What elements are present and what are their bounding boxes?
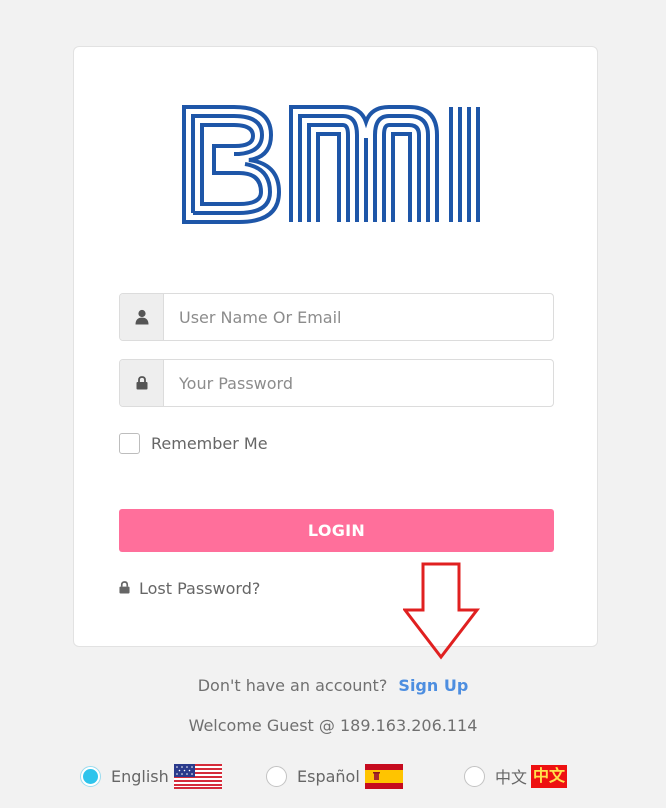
password-field xyxy=(119,359,554,407)
signup-link[interactable]: Sign Up xyxy=(398,676,468,695)
spain-flag-icon xyxy=(364,764,403,789)
language-option-spanish[interactable]: Español xyxy=(266,764,403,789)
remember-me-label[interactable]: Remember Me xyxy=(151,434,268,453)
us-flag-icon xyxy=(173,764,222,789)
language-option-english[interactable]: English xyxy=(80,764,222,789)
language-option-chinese[interactable]: 中文 中文 xyxy=(464,764,568,788)
radio-chinese[interactable] xyxy=(464,765,485,787)
signup-prompt: Don't have an account? Sign Up xyxy=(0,676,666,695)
radio-spanish[interactable] xyxy=(266,766,287,787)
welcome-text: Welcome Guest @ 189.163.206.114 xyxy=(188,716,478,735)
language-label-spanish[interactable]: Español xyxy=(297,767,360,786)
username-input[interactable] xyxy=(164,294,553,340)
lock-icon xyxy=(119,579,130,598)
login-button[interactable]: LOGIN xyxy=(119,509,554,552)
radio-english[interactable] xyxy=(80,766,101,787)
user-icon xyxy=(120,294,164,340)
username-field xyxy=(119,293,554,341)
language-label-english[interactable]: English xyxy=(111,767,169,786)
signup-prompt-text: Don't have an account? xyxy=(197,676,388,695)
login-card: Remember Me LOGIN Lost Password? xyxy=(73,46,598,647)
remember-me-checkbox[interactable] xyxy=(119,433,140,454)
remember-me[interactable]: Remember Me xyxy=(119,433,268,454)
language-label-chinese[interactable]: 中文 xyxy=(495,764,527,788)
password-input[interactable] xyxy=(164,360,553,406)
bmi-logo xyxy=(182,105,480,224)
lost-password-link[interactable]: Lost Password? xyxy=(119,579,260,598)
chinese-flag-icon: 中文 xyxy=(531,764,568,788)
lost-password-label[interactable]: Lost Password? xyxy=(139,579,260,598)
lock-icon xyxy=(120,360,164,406)
down-arrow-icon xyxy=(403,562,481,660)
